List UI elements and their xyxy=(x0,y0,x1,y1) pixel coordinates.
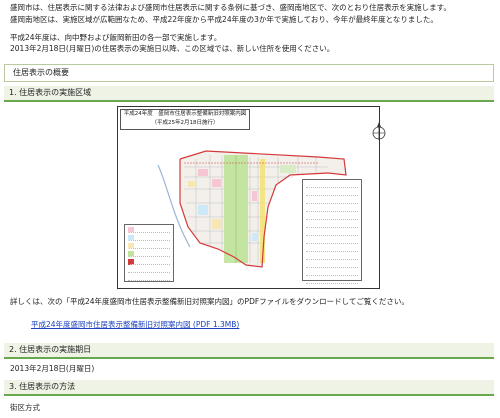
detail-text: 詳しくは、次の「平成24年度盛岡市住居表示整備新旧対照案内図」のPDFファイルを… xyxy=(10,297,409,306)
section-1-heading-text: 1. 住居表示の実施区域 xyxy=(9,88,92,97)
implementation-date: 2013年2月18日(月曜日) xyxy=(10,364,95,373)
section-3-heading: 3. 住居表示の方法 xyxy=(4,380,494,396)
section-heading-overview: 住居表示の概要 xyxy=(4,64,494,82)
section-2-heading-text: 2. 住居表示の実施期日 xyxy=(9,345,92,354)
section-heading-overview-text: 住居表示の概要 xyxy=(13,68,69,77)
map-legend-left xyxy=(124,224,174,282)
intro-line-3: 平成24年度は、向中野および飯岡新田の各一部で実施します。 xyxy=(10,33,222,42)
intro-line-1: 盛岡市は、住居表示に関する法律および盛岡市住居表示に関する条例に基づき、盛岡南地… xyxy=(10,3,451,12)
map-legend-right xyxy=(302,179,362,284)
intro-line-4: 2013年2月18日(月曜日)の住居表示の実施日以降、この区域では、新しい住所を… xyxy=(10,44,335,53)
intro-line-2: 盛岡南地区は、実施区域が広範囲なため、平成22年度から平成24年度の3か年で実施… xyxy=(10,15,438,24)
section-1-heading: 1. 住居表示の実施区域 xyxy=(4,86,494,102)
pdf-download-link[interactable]: 平成24年度盛岡市住居表示整備新旧対照案内図 (PDF 1.3MB) xyxy=(31,320,239,330)
area-map-image: 平成24年度 盛岡市住居表示整備新旧対照案内図 （平成25年2月18日施行） xyxy=(117,106,386,289)
section-3-heading-text: 3. 住居表示の方法 xyxy=(9,382,76,391)
method-subheading: 街区方式 xyxy=(10,403,40,412)
section-2-heading: 2. 住居表示の実施期日 xyxy=(4,343,494,359)
